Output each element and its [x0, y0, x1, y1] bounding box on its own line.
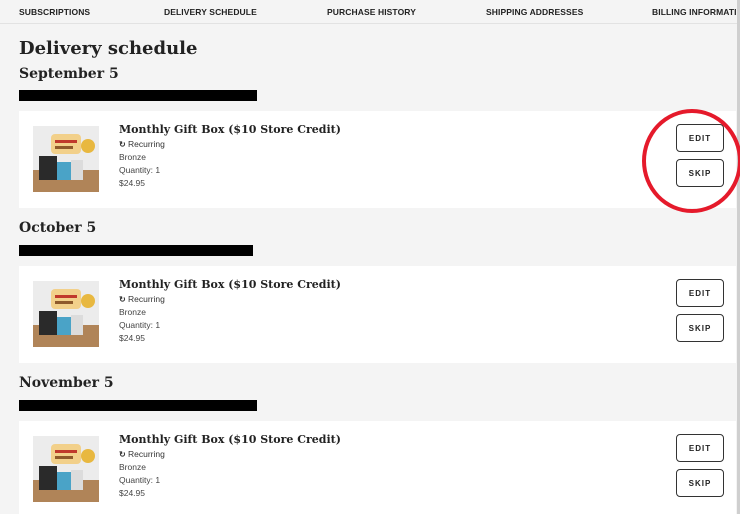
recurring-label: ↻ Recurring [119, 449, 165, 459]
skip-button[interactable]: SKIP [676, 314, 724, 342]
nav-delivery-schedule[interactable]: DELIVERY SCHEDULE [164, 7, 257, 17]
refresh-icon: ↻ [119, 295, 126, 304]
recurring-label: ↻ Recurring [119, 294, 165, 304]
refresh-icon: ↻ [119, 140, 126, 149]
redaction-bar [19, 400, 257, 411]
edit-button[interactable]: EDIT [676, 279, 724, 307]
product-image [33, 436, 99, 502]
product-image [33, 126, 99, 192]
annotation-circle [642, 109, 740, 213]
product-quantity: Quantity: 1 [119, 475, 161, 485]
product-tier: Bronze [119, 152, 146, 162]
product-quantity: Quantity: 1 [119, 320, 161, 330]
product-title[interactable]: Monthly Gift Box ($10 Store Credit) [119, 433, 341, 446]
redaction-bar [19, 245, 253, 256]
delivery-date-heading: September 5 [19, 66, 119, 82]
product-price: $24.95 [119, 178, 145, 188]
product-title[interactable]: Monthly Gift Box ($10 Store Credit) [119, 278, 341, 291]
product-image [33, 281, 99, 347]
delivery-card: Monthly Gift Box ($10 Store Credit) ↻ Rec… [19, 111, 736, 208]
recurring-label: ↻ Recurring [119, 139, 165, 149]
nav-shipping-addresses[interactable]: SHIPPING ADDRESSES [486, 7, 583, 17]
product-tier: Bronze [119, 307, 146, 317]
product-tier: Bronze [119, 462, 146, 472]
delivery-card: Monthly Gift Box ($10 Store Credit) ↻ Rec… [19, 266, 736, 363]
nav-subscriptions[interactable]: SUBSCRIPTIONS [19, 7, 90, 17]
product-title[interactable]: Monthly Gift Box ($10 Store Credit) [119, 123, 341, 136]
nav-purchase-history[interactable]: PURCHASE HISTORY [327, 7, 416, 17]
edit-button[interactable]: EDIT [676, 434, 724, 462]
account-nav-bar: SUBSCRIPTIONS DELIVERY SCHEDULE PURCHASE… [0, 0, 740, 24]
product-price: $24.95 [119, 488, 145, 498]
redaction-bar [19, 90, 257, 101]
delivery-date-heading: October 5 [19, 220, 97, 236]
page-title: Delivery schedule [19, 38, 198, 59]
skip-button[interactable]: SKIP [676, 469, 724, 497]
product-price: $24.95 [119, 333, 145, 343]
refresh-icon: ↻ [119, 450, 126, 459]
delivery-date-heading: November 5 [19, 375, 114, 391]
product-quantity: Quantity: 1 [119, 165, 161, 175]
nav-billing-information[interactable]: BILLING INFORMATION [652, 7, 740, 17]
delivery-card: Monthly Gift Box ($10 Store Credit) ↻ Rec… [19, 421, 736, 514]
